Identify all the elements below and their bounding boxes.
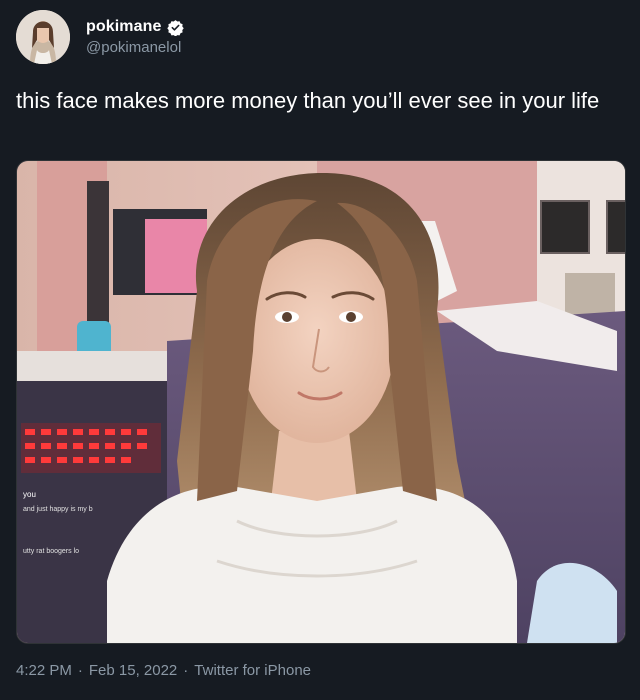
meta-separator: ·: [77, 662, 83, 679]
tweet-time[interactable]: 4:22 PM: [16, 662, 72, 679]
avatar[interactable]: [16, 10, 70, 64]
tweet-media-photo[interactable]: you and just happy is my b utty rat boog…: [16, 160, 626, 644]
tweet-date[interactable]: Feb 15, 2022: [89, 662, 177, 679]
author-handle[interactable]: @pokimanelol: [86, 39, 184, 56]
meta-separator: ·: [183, 662, 189, 679]
avatar-image: [16, 10, 70, 64]
tweet-source[interactable]: Twitter for iPhone: [194, 662, 311, 679]
name-row: pokimane: [86, 18, 184, 36]
tweet-text: this face makes more money than you’ll e…: [16, 88, 600, 113]
tweet-card: pokimane @pokimanelol this face makes mo…: [0, 0, 640, 700]
tweet-header: pokimane @pokimanelol: [16, 10, 184, 64]
tweet-meta: 4:22 PM · Feb 15, 2022 · Twitter for iPh…: [16, 662, 311, 679]
verified-badge-icon: [166, 19, 184, 36]
chat-line: and just happy is my b: [23, 506, 93, 513]
photo-illustration: you and just happy is my b utty rat boog…: [17, 161, 625, 643]
award-plaque-icon: [540, 200, 590, 254]
chat-line: utty rat boogers lo: [23, 548, 79, 555]
author-names: pokimane @pokimanelol: [86, 18, 184, 56]
person-top: [107, 486, 517, 643]
chat-line: you: [23, 490, 36, 499]
display-name[interactable]: pokimane: [86, 18, 162, 36]
